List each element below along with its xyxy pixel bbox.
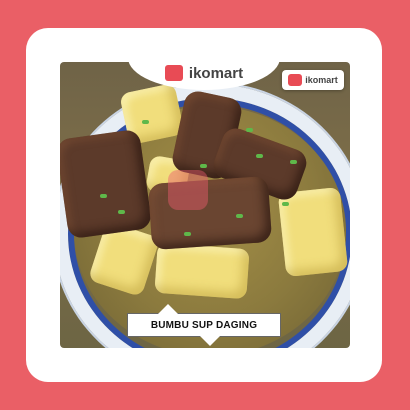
scallion-garnish xyxy=(256,154,263,158)
soup-photo xyxy=(60,62,350,348)
scallion-garnish xyxy=(290,160,297,164)
potato-piece xyxy=(277,186,349,278)
scallion-garnish xyxy=(118,210,125,214)
beef-piece xyxy=(147,175,273,251)
recipe-title: BUMBU SUP DAGING xyxy=(150,319,258,331)
shopping-bag-icon xyxy=(288,74,303,86)
brand-name: ikomart xyxy=(188,64,244,82)
potato-piece xyxy=(154,242,250,300)
scallion-garnish xyxy=(282,202,289,206)
banner-ribbon xyxy=(158,304,178,314)
banner-ribbon xyxy=(200,336,220,346)
title-banner: BUMBU SUP DAGING xyxy=(127,304,281,346)
corner-brand-badge: ikomart xyxy=(282,70,344,90)
brand-name-small: ikomart xyxy=(305,75,338,85)
beef-piece xyxy=(60,128,153,240)
scallion-garnish xyxy=(246,128,253,132)
scallion-garnish xyxy=(200,164,207,168)
watermark-logo xyxy=(168,170,208,210)
shopping-bag-icon xyxy=(164,65,183,81)
scallion-garnish xyxy=(184,232,191,236)
scallion-garnish xyxy=(100,194,107,198)
scallion-garnish xyxy=(236,214,243,218)
scallion-garnish xyxy=(142,120,149,124)
